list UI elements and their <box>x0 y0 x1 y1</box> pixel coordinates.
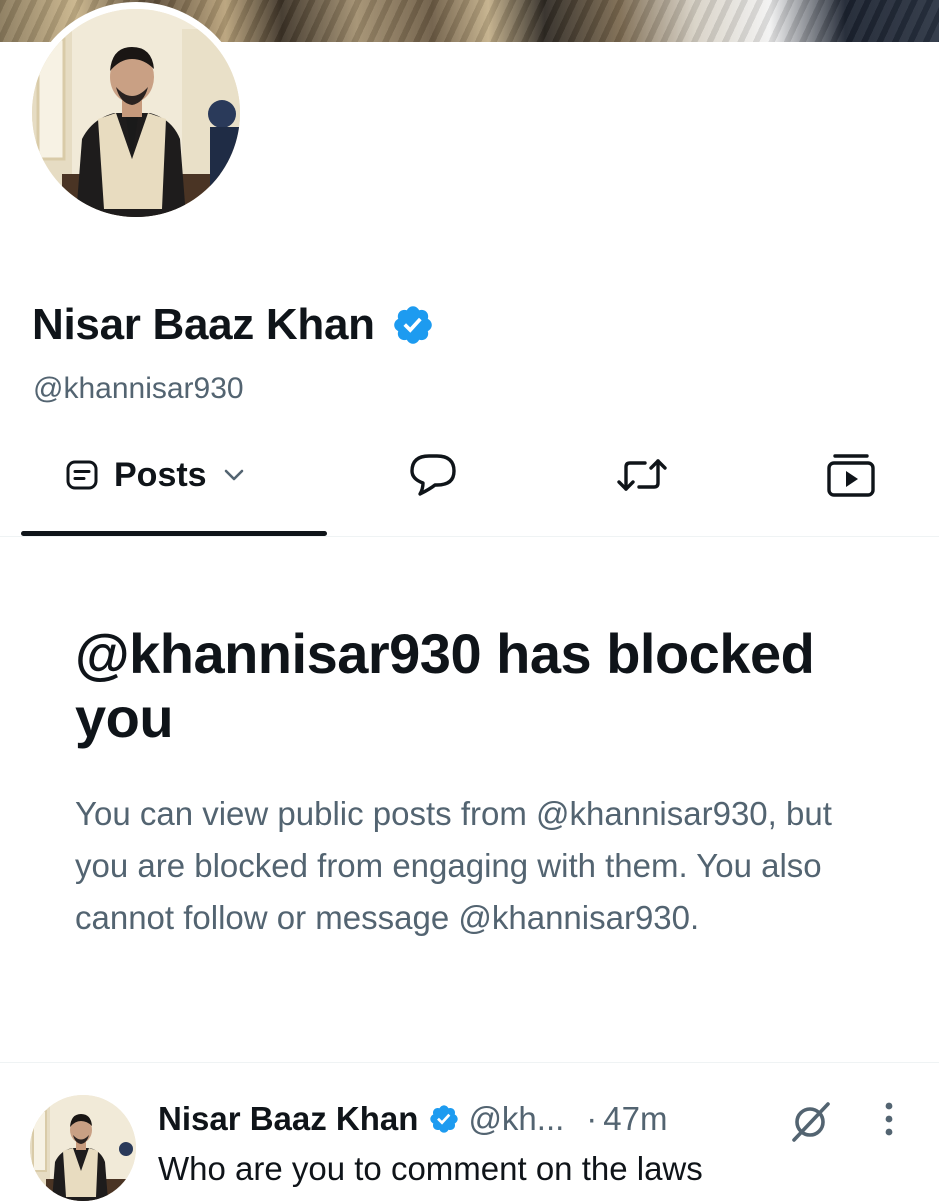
post-author-name[interactable]: Nisar Baaz Khan <box>158 1100 418 1138</box>
more-vertical-icon[interactable] <box>878 1100 900 1145</box>
profile-handle: @khannisar930 <box>33 372 244 405</box>
post-text[interactable]: Who are you to comment on the laws <box>158 1150 703 1188</box>
post-avatar-photo <box>30 1095 136 1201</box>
post-separator: · <box>586 1100 598 1137</box>
post-author-handle[interactable]: @kh... <box>468 1100 564 1138</box>
avatar-photo <box>32 9 240 217</box>
profile-avatar[interactable] <box>32 9 240 217</box>
chevron-down-icon[interactable] <box>223 468 245 482</box>
posts-icon <box>66 459 98 491</box>
tab-media[interactable] <box>826 446 876 504</box>
tab-replies[interactable] <box>408 446 458 504</box>
tab-posts-label: Posts <box>114 455 207 494</box>
divider <box>0 1062 939 1063</box>
reply-bubble-icon <box>408 452 458 498</box>
repost-icon <box>615 455 669 495</box>
profile-display-name: Nisar Baaz Khan <box>32 300 435 350</box>
blocked-description: You can view public posts from @khannisa… <box>75 795 832 936</box>
profile-tabs: Posts <box>0 430 939 537</box>
post-timestamp[interactable]: 47m <box>603 1100 667 1138</box>
tab-posts[interactable]: Posts <box>66 446 245 504</box>
verified-badge-icon[interactable] <box>391 303 435 347</box>
display-name-text: Nisar Baaz Khan <box>32 300 375 349</box>
media-icon <box>826 452 876 498</box>
tab-reposts[interactable] <box>615 446 669 504</box>
tab-selected-indicator <box>21 531 327 536</box>
verified-badge-icon[interactable] <box>428 1103 460 1135</box>
post-header: Nisar Baaz Khan @kh... · 47m <box>158 1100 668 1138</box>
post-author-avatar[interactable] <box>30 1095 136 1201</box>
blocked-title: @khannisar930 has blocked you <box>75 622 815 749</box>
grok-icon[interactable] <box>788 1098 834 1149</box>
